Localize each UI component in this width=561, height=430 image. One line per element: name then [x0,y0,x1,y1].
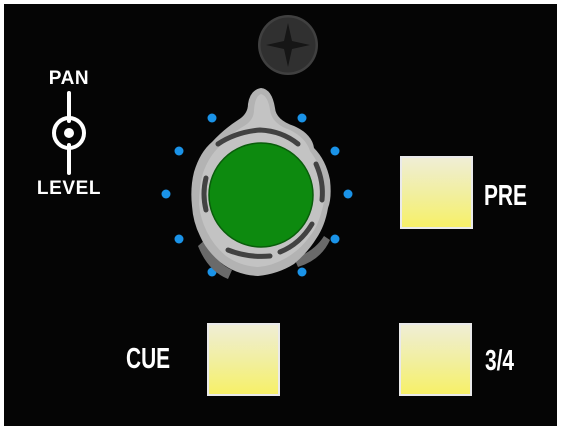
pre-button-label: PRE [484,180,527,212]
pan-level-knob[interactable] [154,76,368,290]
cue-button[interactable] [207,323,280,396]
rotary-knob-icon [161,88,353,279]
screw-head-icon [256,13,320,77]
rotary-indicator-icon [49,91,89,175]
pan-label: PAN [48,68,90,89]
cue-button-label: CUE [126,343,171,375]
pan-level-legend: PAN LEVEL [22,60,116,205]
pre-button[interactable] [400,156,473,229]
mixer-control-panel: PAN LEVEL PRE CUE 3/4 [4,4,557,426]
three-four-button-label: 3/4 [485,345,515,377]
three-four-button[interactable] [399,323,472,396]
level-label: LEVEL [36,178,102,199]
